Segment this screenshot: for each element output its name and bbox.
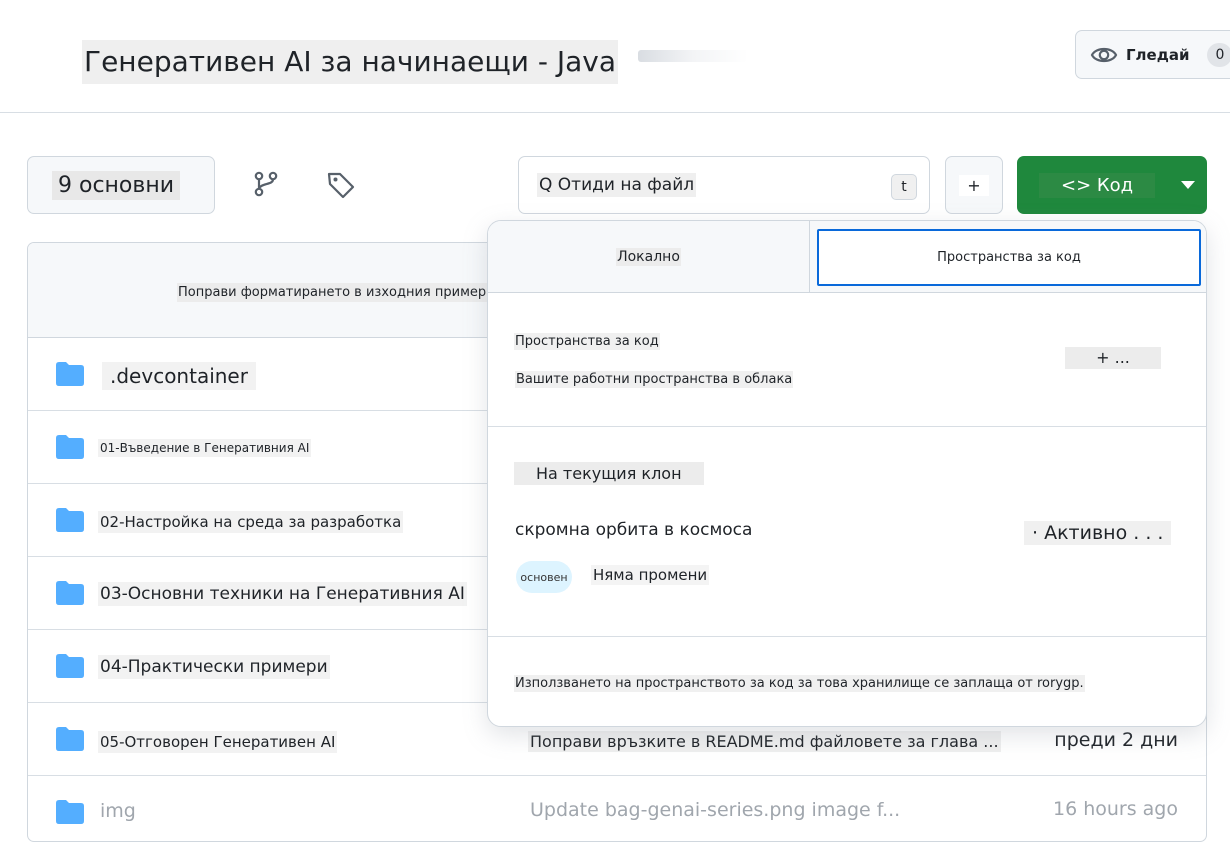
folder-icon <box>56 800 84 824</box>
code-dropdown: Локално Пространства за код Пространства… <box>487 220 1207 727</box>
codespace-name[interactable]: скромна орбита в космоса <box>514 519 754 541</box>
section-divider <box>488 426 1206 427</box>
add-file-button[interactable]: + <box>945 156 1003 214</box>
folder-icon <box>56 508 84 532</box>
branch-icon[interactable] <box>253 170 279 198</box>
new-codespace-button[interactable]: + ... <box>1065 347 1161 369</box>
folder-icon <box>56 654 84 678</box>
billing-note: Използването на пространството за код за… <box>514 675 1085 692</box>
branch-selector-button[interactable]: 9 основни <box>27 156 215 214</box>
tab-local[interactable]: Локално <box>488 221 810 293</box>
table-row[interactable]: img Update bag-genai-series.png image f.… <box>28 776 1206 841</box>
commit-time: преди 2 дни <box>1054 729 1178 751</box>
codespace-status[interactable]: · Активно . . . <box>1024 521 1172 545</box>
tab-local-label: Локално <box>616 248 681 266</box>
keyboard-shortcut-hint: t <box>891 174 917 200</box>
tag-icon[interactable] <box>326 170 356 200</box>
watch-button[interactable]: Гледай 0 <box>1075 30 1230 79</box>
folder-icon <box>56 727 84 751</box>
codespaces-subtitle: Вашите работни пространства в облака <box>515 371 794 388</box>
dropdown-tabbar: Локално Пространства за код <box>488 221 1206 293</box>
tab-codespaces[interactable]: Пространства за код <box>817 229 1201 286</box>
file-name[interactable]: 03-Основни техники на Генеративния AI <box>98 582 467 606</box>
file-name[interactable]: 04-Практически примери <box>98 655 330 679</box>
file-name[interactable]: 01-Въведение в Генеративния AI <box>98 439 312 457</box>
commit-message[interactable]: Update bag-genai-series.png image f... <box>528 798 902 822</box>
branch-label: 9 основни <box>52 170 181 200</box>
go-to-file-placeholder: Q Отиди на файл <box>537 173 697 197</box>
folder-icon <box>56 362 84 386</box>
latest-commit-message[interactable]: Поправи форматирането в изходния пример <box>177 283 488 302</box>
commit-time: 16 hours ago <box>1052 798 1178 820</box>
section-divider <box>488 636 1206 637</box>
caret-down-icon[interactable] <box>1181 181 1196 189</box>
codespace-branch-badge: основен <box>516 561 572 593</box>
header-divider <box>0 112 1230 113</box>
code-button[interactable]: <> Код <box>1017 156 1207 214</box>
repo-title[interactable]: Генеративен AI за начинаещи - Java <box>82 40 618 84</box>
codespaces-heading: Пространства за код <box>514 333 660 350</box>
current-branch-heading: На текущия клон <box>514 462 704 485</box>
plus-icon: + <box>959 174 989 196</box>
watch-count: 0 <box>1207 42 1230 67</box>
folder-icon <box>56 435 84 459</box>
file-name[interactable]: 02-Настройка на среда за разработка <box>98 511 404 533</box>
file-name[interactable]: img <box>98 798 138 824</box>
file-name[interactable]: .devcontainer <box>102 362 256 390</box>
folder-icon <box>56 581 84 605</box>
codespace-changes: Няма промени <box>591 565 710 585</box>
go-to-file-input[interactable]: Q Отиди на файл t <box>518 156 930 214</box>
tab-codespaces-label: Пространства за код <box>937 250 1081 265</box>
code-button-label: <> Код <box>1039 172 1156 198</box>
file-name[interactable]: 05-Отговорен Генеративен AI <box>98 731 338 753</box>
eye-icon <box>1090 41 1118 69</box>
watch-label: Гледай <box>1126 45 1190 64</box>
commit-message[interactable]: Поправи връзките в README.md файловете з… <box>528 731 1001 752</box>
title-placeholder-bar <box>638 50 748 62</box>
